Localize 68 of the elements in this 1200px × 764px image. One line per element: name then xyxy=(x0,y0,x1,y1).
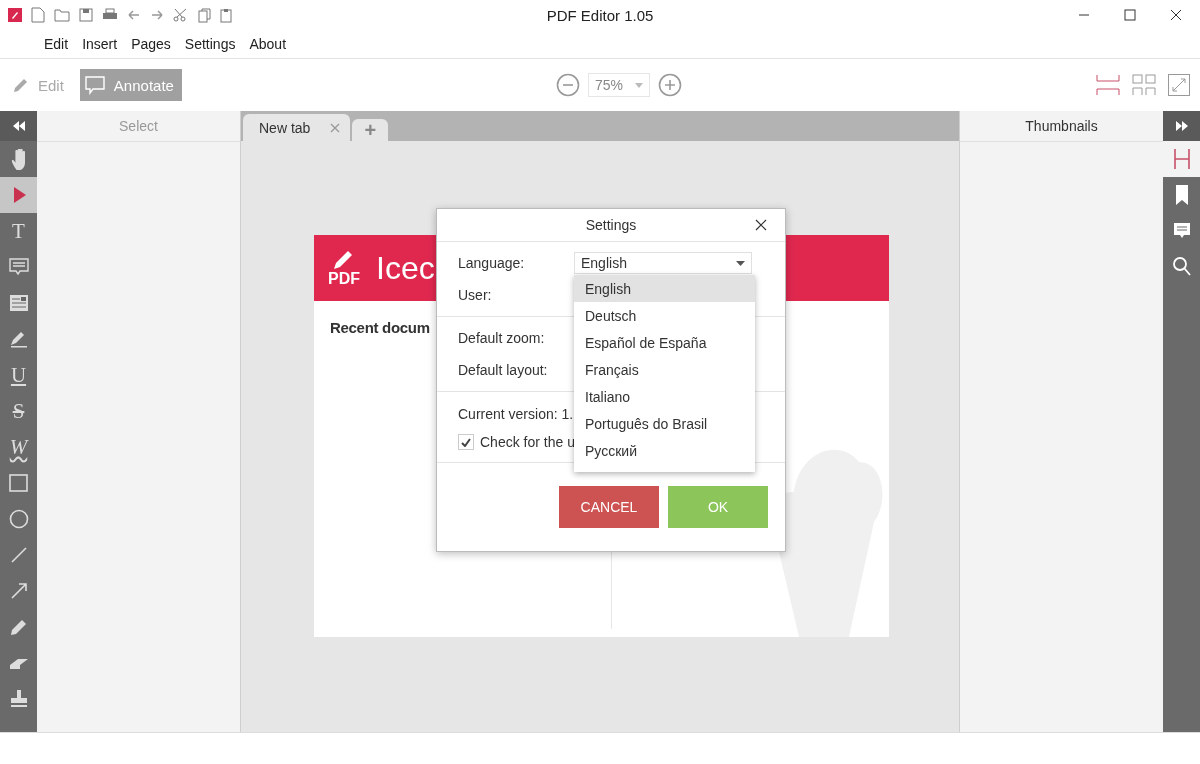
expand-button[interactable] xyxy=(1163,111,1200,141)
field-label: Language: xyxy=(458,255,526,271)
hand-icon xyxy=(10,148,27,170)
menu-item[interactable]: Pages xyxy=(131,36,171,52)
field-label: Default zoom: xyxy=(458,330,546,346)
scissors-icon[interactable] xyxy=(173,8,189,22)
fullscreen-icon[interactable] xyxy=(1168,74,1190,96)
save-icon[interactable] xyxy=(79,8,93,22)
copy-icon[interactable] xyxy=(198,7,211,23)
close-icon[interactable] xyxy=(755,219,767,231)
tool-button[interactable]: U xyxy=(0,357,37,393)
update-checkbox[interactable] xyxy=(458,434,474,450)
panel-title: Select xyxy=(37,111,240,142)
double-left-icon xyxy=(12,121,25,131)
tool-button[interactable]: W xyxy=(0,429,37,465)
printer-icon[interactable] xyxy=(102,8,118,22)
speech-bubble-icon xyxy=(83,75,106,95)
checkmark-icon xyxy=(461,437,471,447)
menu-item[interactable]: Edit xyxy=(44,36,69,52)
folder-icon[interactable] xyxy=(54,8,70,22)
language-option[interactable]: Deutsch xyxy=(574,302,755,329)
single-page-icon xyxy=(1171,148,1192,170)
zoom-in-icon[interactable] xyxy=(658,73,682,97)
menu-item[interactable]: Insert xyxy=(82,36,118,52)
tool-button[interactable]: T xyxy=(0,213,37,249)
language-option[interactable]: Italiano xyxy=(574,383,755,410)
logo-text: PDF xyxy=(328,271,360,287)
close-icon[interactable] xyxy=(1170,9,1182,21)
rectangle-icon xyxy=(7,472,30,494)
menu-item[interactable]: About xyxy=(249,36,287,52)
tool-button[interactable] xyxy=(0,177,37,213)
window-title: PDF Editor 1.05 xyxy=(546,6,654,24)
search-icon xyxy=(1171,256,1192,278)
two-page-icon[interactable] xyxy=(1132,74,1156,96)
circle-icon xyxy=(7,508,30,530)
undo-icon[interactable] xyxy=(127,9,141,21)
panel-tab-button[interactable] xyxy=(1163,141,1200,177)
language-option[interactable]: English xyxy=(574,275,755,302)
zoom-out-icon[interactable] xyxy=(556,73,580,97)
dialog-title: Settings xyxy=(585,217,637,233)
caret-icon xyxy=(635,82,643,88)
tool-button[interactable]: S xyxy=(0,393,37,429)
caret-icon xyxy=(736,260,745,266)
section-title: Recent docum xyxy=(330,319,430,336)
maximize-icon[interactable] xyxy=(1124,9,1136,21)
comment-icon xyxy=(7,256,30,278)
language-option[interactable]: Français xyxy=(574,356,755,383)
field-label: Default layout: xyxy=(458,362,549,378)
menu-item[interactable]: Settings xyxy=(184,36,236,52)
language-select[interactable]: English xyxy=(574,252,752,274)
text-box-icon xyxy=(7,292,30,314)
app-logo-icon xyxy=(8,8,22,22)
collapse-button[interactable] xyxy=(0,111,37,141)
document-tab[interactable]: New tab xyxy=(243,114,351,141)
version-text: Current version: 1. xyxy=(458,406,575,422)
language-option[interactable]: Español de España xyxy=(574,329,755,356)
language-option[interactable]: Português do Brasil xyxy=(574,410,755,437)
pencil-icon xyxy=(12,76,30,94)
cancel-button[interactable]: CANCEL xyxy=(559,486,659,528)
clipboard-icon[interactable] xyxy=(220,7,232,23)
new-document-icon[interactable] xyxy=(31,7,45,23)
zoom-select[interactable]: 75% xyxy=(588,73,650,97)
checkbox-label: Check for the u xyxy=(480,434,575,450)
field-label: User: xyxy=(458,287,493,303)
redo-icon[interactable] xyxy=(150,9,164,21)
banner-title: Icec xyxy=(376,249,435,287)
language-option[interactable]: Русский xyxy=(574,437,755,464)
double-right-icon xyxy=(1175,121,1188,131)
